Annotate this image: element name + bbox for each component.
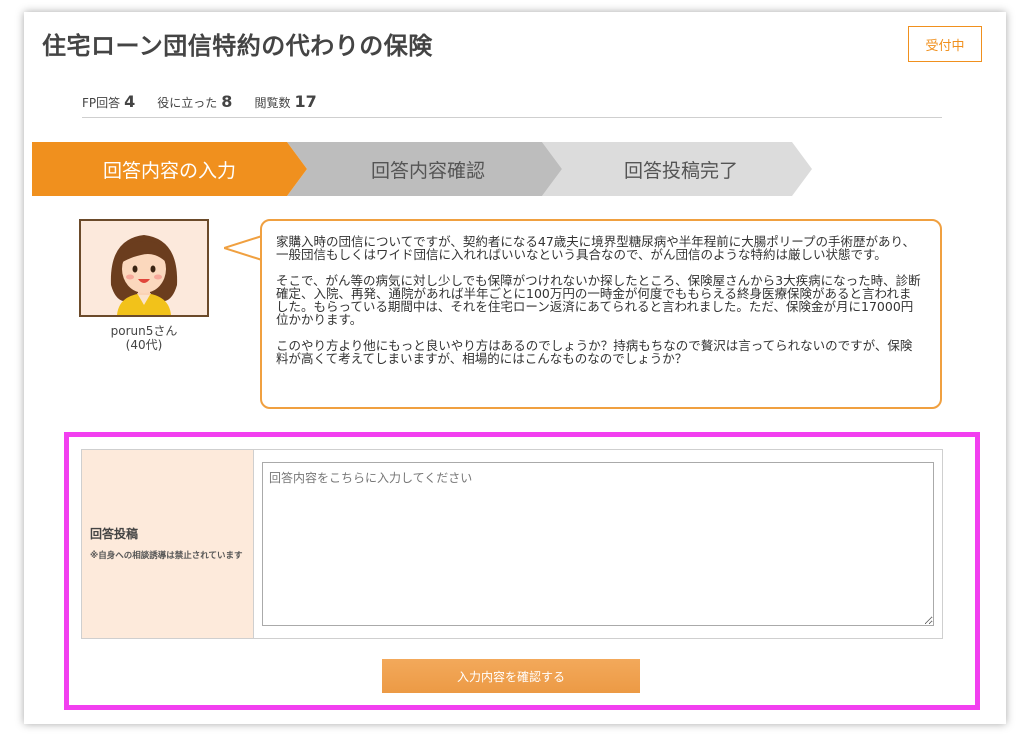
stat-views-label: 閲覧数 <box>254 96 291 110</box>
status-badge: 受付中 <box>908 26 982 62</box>
answer-textarea[interactable] <box>262 462 934 626</box>
confirm-input-button[interactable]: 入力内容を確認する <box>382 659 640 693</box>
question-paragraph-1: 家購入時の団信についてですが、契約者になる47歳夫に境界型糖尿病や半年程前に大腸… <box>276 234 916 262</box>
step-confirm: 回答内容確認 <box>370 159 485 182</box>
question-paragraph-2: そこで、がん等の病気に対し少しでも保障がつけれないか探したところ、保険屋さんから… <box>276 273 921 327</box>
answer-form-label: 回答投稿 <box>90 526 139 541</box>
stat-helpful-label: 役に立った <box>157 96 218 110</box>
question-bubble: 家購入時の団信についてですが、契約者になる47歳夫に境界型糖尿病や半年程前に大腸… <box>260 219 942 409</box>
question-card: 住宅ローン団信特約の代わりの保険 受付中 FP回答 4 役に立った 8 閲覧数 … <box>24 12 1006 724</box>
speech-bubble-tail <box>224 235 263 261</box>
answer-form-input-cell <box>254 450 942 638</box>
user-info: porun5さん (40代) <box>79 324 209 352</box>
answer-form-note: ※自身への相談誘導は禁止されています <box>90 550 243 561</box>
progress-steps: 回答内容の入力 回答内容確認 回答投稿完了 <box>32 142 812 196</box>
stat-helpful-count: 8 <box>221 92 233 111</box>
stat-views-count: 17 <box>294 92 317 111</box>
user-age: (40代) <box>125 338 163 352</box>
page-title: 住宅ローン団信特約の代わりの保険 <box>42 32 433 60</box>
step-input: 回答内容の入力 <box>102 159 236 182</box>
step-complete: 回答投稿完了 <box>623 159 738 182</box>
question-paragraph-3: このやり方より他にもっと良いやり方はあるのでしょうか？持病もちなので贅沢は言って… <box>276 338 913 366</box>
stats-bar: FP回答 4 役に立った 8 閲覧数 17 <box>82 92 942 118</box>
stat-fp-answers-label: FP回答 <box>82 96 121 110</box>
stat-fp-answers-count: 4 <box>124 92 136 111</box>
answer-form-highlight: 回答投稿 ※自身への相談誘導は禁止されています 入力内容を確認する <box>64 432 980 710</box>
stat-helpful: 役に立った 8 <box>157 92 232 111</box>
user-name: porun5さん <box>110 324 178 338</box>
answer-form-table: 回答投稿 ※自身への相談誘導は禁止されています <box>81 449 943 639</box>
avatar <box>79 219 209 317</box>
stat-fp-answers: FP回答 4 <box>82 92 135 111</box>
stat-views: 閲覧数 17 <box>254 92 316 111</box>
answer-form-label-cell: 回答投稿 ※自身への相談誘導は禁止されています <box>82 450 254 638</box>
woman-avatar-icon <box>110 235 178 315</box>
